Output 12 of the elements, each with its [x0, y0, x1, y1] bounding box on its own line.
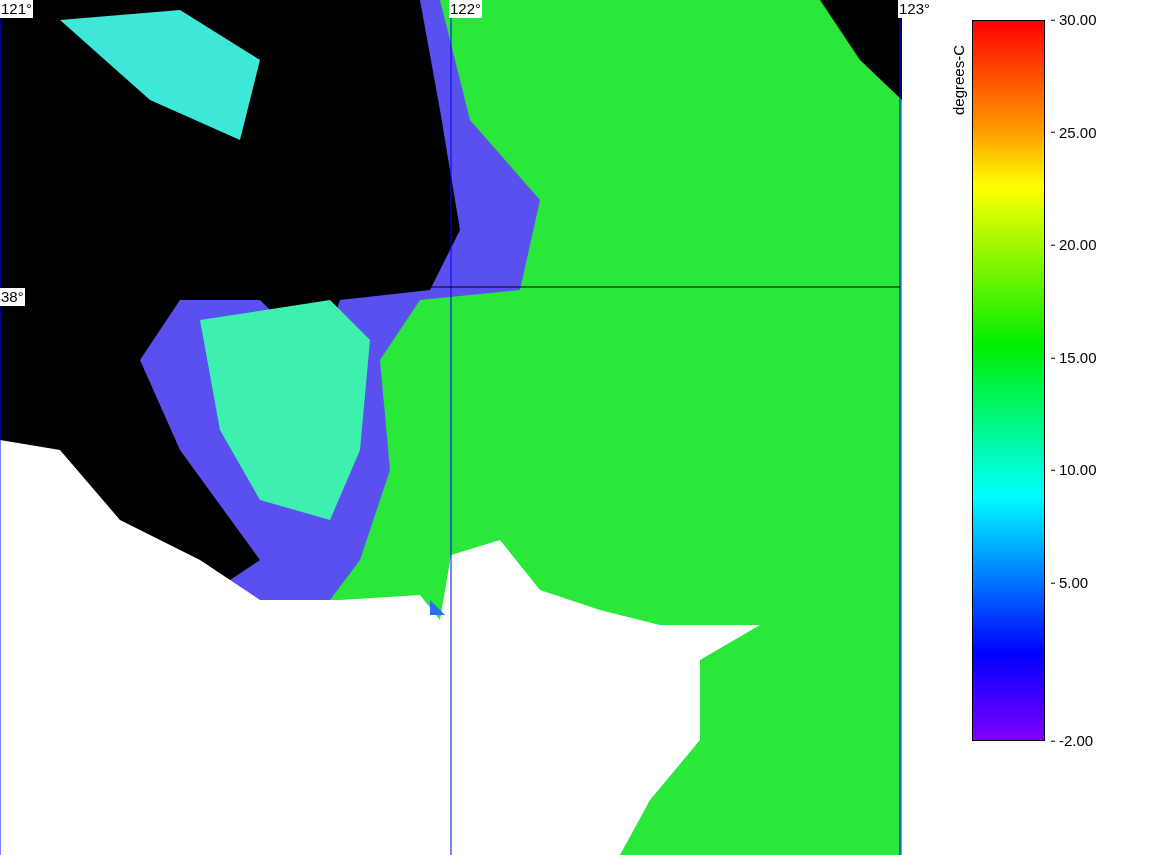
scale-tick-label: -2.00 — [1059, 730, 1094, 751]
longitude-label: 123° — [898, 0, 932, 18]
scale-tick-label: 20.00 — [1059, 234, 1097, 255]
longitude-label: 121° — [0, 0, 34, 18]
scale-tick-label: 30.00 — [1059, 9, 1097, 30]
scale-tick-label: 5.00 — [1059, 572, 1089, 593]
scale-tick-label: 15.00 — [1059, 347, 1097, 368]
legend-title: degrees-C — [949, 44, 968, 115]
scale-tick-label: 10.00 — [1059, 460, 1097, 481]
longitude-label: 122° — [449, 0, 483, 18]
scale-tick-label: 25.00 — [1059, 122, 1097, 143]
latitude-label: 38° — [0, 288, 25, 306]
